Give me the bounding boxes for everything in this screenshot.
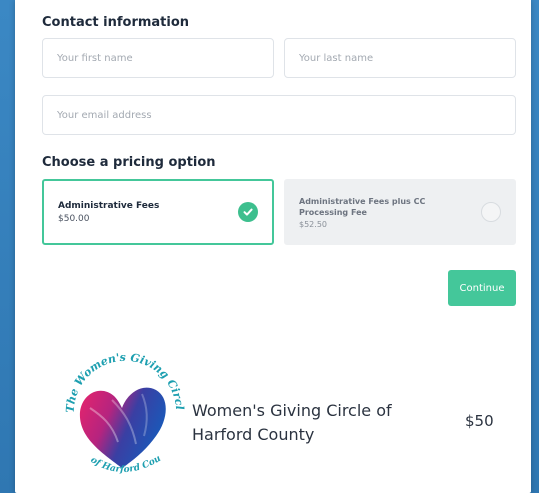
last-name-input[interactable] xyxy=(284,38,516,78)
pricing-option-admin-fees[interactable]: Administrative Fees $50.00 xyxy=(42,179,274,245)
continue-button[interactable]: Continue xyxy=(448,270,516,306)
organization-logo: The Women's Giving Circle of Harford Cou… xyxy=(52,350,186,475)
donation-card: Contact information Choose a pricing opt… xyxy=(15,0,531,493)
contact-section-title: Contact information xyxy=(42,15,190,30)
pricing-option-name: Administrative Fees xyxy=(58,201,160,211)
pricing-option-price: $52.50 xyxy=(299,219,327,229)
checkmark-icon xyxy=(238,202,258,222)
organization-price: $50 xyxy=(465,412,494,430)
pricing-option-text: Administrative Fees $50.00 xyxy=(58,200,159,224)
first-name-input[interactable] xyxy=(42,38,274,78)
pricing-option-admin-fees-cc[interactable]: Administrative Fees plus CC Processing F… xyxy=(284,179,516,245)
email-input[interactable] xyxy=(42,95,516,135)
organization-name: Women's Giving Circle of Harford County xyxy=(192,401,392,444)
radio-unchecked-icon[interactable] xyxy=(481,202,501,222)
pricing-section-title: Choose a pricing option xyxy=(42,155,216,170)
pricing-option-name: Administrative Fees plus CC Processing F… xyxy=(299,196,426,217)
pricing-option-text: Administrative Fees plus CC Processing F… xyxy=(299,196,449,229)
pricing-option-price: $50.00 xyxy=(58,214,90,224)
